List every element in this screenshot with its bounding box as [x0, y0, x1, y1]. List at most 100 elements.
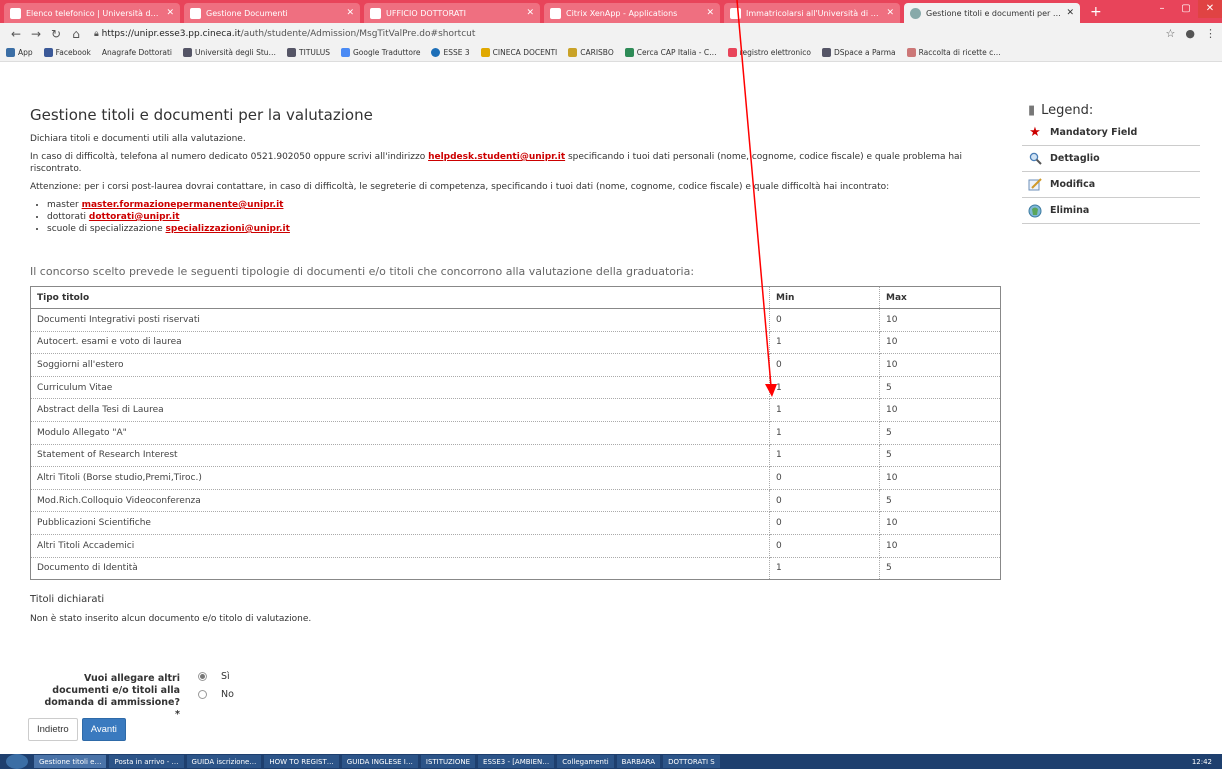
main-content: Gestione titoli e documenti per la valut… — [30, 106, 1005, 631]
taskbar-item[interactable]: Collegamenti — [557, 755, 614, 768]
back-button[interactable]: Indietro — [28, 718, 78, 741]
browser-tab[interactable]: Citrix XenApp - Applications ✕ — [544, 3, 720, 23]
browser-tab[interactable]: Gestione Documenti ✕ — [184, 3, 360, 23]
document-types-table: Tipo titolo Min Max Documenti Integrativ… — [30, 286, 1001, 581]
taskbar-clock: 12:42 — [1191, 757, 1212, 766]
cell-min: 0 — [769, 353, 880, 377]
table-row: Statement of Research Interest 1 5 — [30, 444, 1001, 468]
taskbar-item[interactable]: ESSE3 - [AMBIEN… — [478, 755, 555, 768]
tab-close-icon[interactable]: ✕ — [886, 8, 894, 18]
radio-si[interactable] — [198, 672, 207, 681]
taskbar-item[interactable]: GUIDA iscrizione… — [186, 755, 262, 768]
taskbar-item[interactable]: Posta in arrivo - … — [109, 755, 184, 768]
table-row: Pubblicazioni Scientifiche 0 10 — [30, 511, 1001, 535]
legend-item: Elimina — [1022, 198, 1200, 224]
cell-max: 5 — [879, 489, 1001, 513]
next-button[interactable]: Avanti — [81, 718, 126, 741]
tab-close-icon[interactable]: ✕ — [706, 8, 714, 18]
taskbar-item[interactable]: BARBARA — [616, 755, 661, 768]
table-row: Abstract della Tesi di Laurea 1 10 — [30, 398, 1001, 422]
cell-max: 10 — [879, 331, 1001, 355]
master-email-link[interactable]: master.formazionepermanente@unipr.it — [82, 200, 284, 210]
table-row: Documento di Identità 1 5 — [30, 557, 1001, 581]
dottorati-email-link[interactable]: dottorati@unipr.it — [89, 212, 180, 222]
radio-no[interactable] — [198, 690, 207, 699]
browser-tab[interactable]: Immatricolarsi all'Università di Pa… ✕ — [724, 3, 900, 23]
menu-dots-icon[interactable]: ⋮ — [1205, 27, 1216, 40]
cell-max: 5 — [879, 376, 1001, 400]
bookmark-item[interactable]: Cerca CAP Italia - C… — [624, 48, 717, 57]
account-icon[interactable]: ● — [1185, 27, 1195, 40]
window-controls: – ▢ ✕ — [1150, 0, 1222, 18]
university-icon — [183, 48, 193, 57]
bookmark-item[interactable]: DSpace a Parma — [821, 48, 896, 57]
browser-tab-active[interactable]: Gestione titoli e documenti per l… ✕ — [904, 3, 1080, 23]
cell-tipo-titolo: Pubblicazioni Scientifiche — [30, 511, 770, 535]
cell-tipo-titolo: Altri Titoli Accademici — [30, 534, 770, 558]
bookmark-item[interactable]: Facebook — [43, 48, 91, 57]
specializzazioni-email-link[interactable]: specializzazioni@unipr.it — [166, 224, 290, 234]
maximize-icon[interactable]: ▢ — [1174, 0, 1198, 18]
question-label: Vuoi allegare altri documenti e/o titoli… — [44, 673, 180, 720]
start-button[interactable] — [6, 754, 28, 769]
reload-icon[interactable]: ↻ — [46, 27, 66, 41]
url-field[interactable]: 🔒︎ https://unipr.esse3.pp.cineca.it/auth… — [94, 29, 475, 39]
bookmark-item[interactable]: App — [6, 48, 33, 57]
star-bookmark-icon[interactable]: ☆ — [1166, 27, 1176, 40]
browser-tab[interactable]: Elenco telefonico | Università deg… ✕ — [4, 3, 180, 23]
new-tab-button[interactable]: + — [1090, 4, 1102, 20]
taskbar-item[interactable]: GUIDA INGLESE I… — [341, 755, 418, 768]
cell-max: 5 — [879, 557, 1001, 581]
helpdesk-email-link[interactable]: helpdesk.studenti@unipr.it — [428, 152, 565, 162]
tab-close-icon[interactable]: ✕ — [1066, 8, 1074, 18]
cell-tipo-titolo: Mod.Rich.Colloquio Videoconferenza — [30, 489, 770, 513]
cell-max: 10 — [879, 534, 1001, 558]
bookmark-item[interactable]: CINECA DOCENTI — [480, 48, 557, 57]
minimize-icon[interactable]: – — [1150, 0, 1174, 18]
tab-close-icon[interactable]: ✕ — [346, 8, 354, 18]
close-window-icon[interactable]: ✕ — [1198, 0, 1222, 18]
table-row: Autocert. esami e voto di laurea 1 10 — [30, 331, 1001, 355]
tab-close-icon[interactable]: ✕ — [166, 8, 174, 18]
browser-tab[interactable]: UFFICIO DOTTORATI ✕ — [364, 3, 540, 23]
taskbar-item[interactable]: HOW TO REGIST… — [264, 755, 339, 768]
address-bar: ← → ↻ ⌂ 🔒︎ https://unipr.esse3.pp.cineca… — [0, 23, 1222, 44]
cell-min: 0 — [769, 534, 880, 558]
cell-min: 1 — [769, 376, 880, 400]
bookmark-item[interactable]: Raccolta di ricette c… — [906, 48, 1001, 57]
tab-close-icon[interactable]: ✕ — [526, 8, 534, 18]
bookmark-item[interactable]: Anagrafe Dottorati — [102, 48, 172, 57]
cell-tipo-titolo: Modulo Allegato "A" — [30, 421, 770, 445]
cell-min: 1 — [769, 421, 880, 445]
bookmark-item[interactable]: Google Traduttore — [340, 48, 420, 57]
cell-tipo-titolo: Soggiorni all'estero — [30, 353, 770, 377]
option-no[interactable]: No — [198, 689, 234, 700]
back-arrow-icon[interactable]: ← — [6, 27, 26, 41]
taskbar-item[interactable]: ISTITUZIONE — [420, 755, 476, 768]
tab-favicon-icon — [910, 7, 921, 19]
cell-tipo-titolo: Autocert. esami e voto di laurea — [30, 331, 770, 355]
windows-taskbar: Gestione titoli e… Posta in arrivo - … G… — [0, 754, 1222, 769]
taskbar-item[interactable]: Gestione titoli e… — [34, 755, 107, 768]
home-icon[interactable]: ⌂ — [66, 27, 86, 41]
star-icon: ★ — [1029, 125, 1041, 140]
tab-favicon-icon — [730, 7, 741, 19]
table-header-row: Tipo titolo Min Max — [30, 286, 1001, 309]
table-row: Documenti Integrativi posti riservati 0 10 — [30, 308, 1001, 332]
cell-tipo-titolo: Abstract della Tesi di Laurea — [30, 398, 770, 422]
bookmark-item[interactable]: CARISBO — [568, 48, 614, 57]
forward-arrow-icon[interactable]: → — [26, 27, 46, 41]
header-tipo-titolo: Tipo titolo — [30, 286, 770, 309]
table-row: Soggiorni all'estero 0 10 — [30, 353, 1001, 377]
option-si[interactable]: Sì — [198, 671, 230, 682]
table-row: Altri Titoli (Borse studio,Premi,Tiroc.)… — [30, 466, 1001, 490]
cell-tipo-titolo: Curriculum Vitae — [30, 376, 770, 400]
bookmark-item[interactable]: registro elettronico — [727, 48, 811, 57]
magnifier-icon — [1028, 152, 1042, 166]
taskbar-item[interactable]: DOTTORATI S — [663, 755, 720, 768]
cell-tipo-titolo: Altri Titoli (Borse studio,Premi,Tiroc.) — [30, 466, 770, 490]
bookmark-item[interactable]: Università degli Stu… — [183, 48, 276, 57]
cell-max: 10 — [879, 308, 1001, 332]
bookmark-item[interactable]: ESSE 3 — [431, 48, 470, 57]
bookmark-item[interactable]: TITULUS — [287, 48, 330, 57]
